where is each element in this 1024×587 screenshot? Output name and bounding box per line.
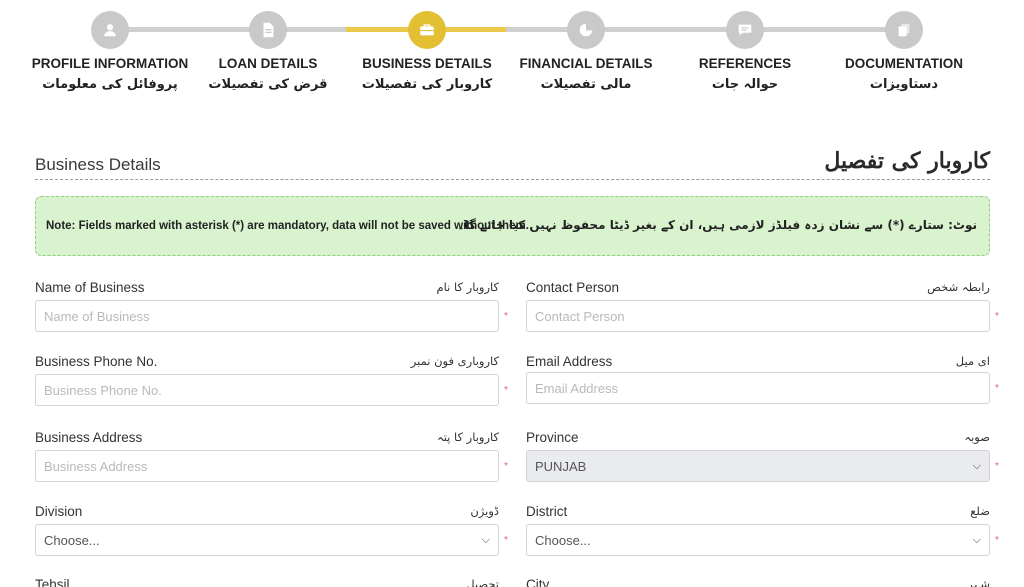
business-phone-input[interactable] xyxy=(35,374,499,406)
step-label-urdu: حوالہ جات xyxy=(711,77,779,92)
selected-value: Choose... xyxy=(44,532,100,548)
required-asterisk: * xyxy=(504,535,508,546)
field-label: Name of Business xyxy=(35,280,145,295)
tehsil-group: Tehsil تحصیل xyxy=(35,577,499,587)
city-group: City شہر xyxy=(526,577,990,587)
field-label: Division xyxy=(35,504,83,519)
province-select[interactable]: PUNJAB ⌵ xyxy=(526,450,990,482)
section-divider xyxy=(35,179,990,180)
field-label-urdu: ای میل xyxy=(955,354,990,368)
step-label: DOCUMENTATION xyxy=(845,56,963,71)
document-icon xyxy=(249,11,287,49)
required-asterisk: * xyxy=(995,383,999,394)
step-label-urdu: کاروبار کی تفصیلات xyxy=(361,77,493,92)
required-asterisk: * xyxy=(995,535,999,546)
progress-stepper: PROFILE INFORMATION پروفائل کی معلومات L… xyxy=(0,0,1024,110)
step-label-urdu: پروفائل کی معلومات xyxy=(42,77,178,92)
contact-person-input[interactable] xyxy=(526,300,990,332)
field-label: Business Address xyxy=(35,430,143,445)
field-label-urdu: صوبہ xyxy=(964,430,990,444)
field-label-urdu: تحصیل xyxy=(466,577,499,587)
section-title-urdu: کاروبار کی تفصیل xyxy=(824,148,990,174)
district-select[interactable]: Choose... ⌵ xyxy=(526,524,990,556)
field-label-urdu: کاروباری فون نمبر xyxy=(410,354,499,368)
email-address-input[interactable] xyxy=(526,372,990,404)
chevron-down-icon: ⌵ xyxy=(481,533,490,546)
required-asterisk: * xyxy=(995,311,999,322)
chevron-down-icon: ⌵ xyxy=(972,459,981,472)
briefcase-icon xyxy=(408,11,446,49)
field-label-urdu: ڈویژن xyxy=(470,504,499,518)
required-asterisk: * xyxy=(504,461,508,472)
user-icon xyxy=(91,11,129,49)
step-references[interactable]: REFERENCES حوالہ جات xyxy=(660,0,830,92)
field-label: Contact Person xyxy=(526,280,620,295)
selected-value: Choose... xyxy=(535,532,591,548)
step-label: PROFILE INFORMATION xyxy=(31,56,189,71)
step-label-urdu: دستاویزات xyxy=(869,77,939,92)
business-address-input[interactable] xyxy=(35,450,499,482)
name-of-business-input[interactable] xyxy=(35,300,499,332)
files-icon xyxy=(885,11,923,49)
chart-pie-icon xyxy=(567,11,605,49)
field-label: District xyxy=(526,504,568,519)
step-label: REFERENCES xyxy=(698,56,792,71)
mandatory-fields-note: Note: Fields marked with asterisk (*) ar… xyxy=(35,196,990,256)
required-asterisk: * xyxy=(504,385,508,396)
note-text-urdu: نوٹ: ستارے (*) سے نشان زدہ فیلڈز لازمی ہ… xyxy=(457,218,977,232)
step-profile-information[interactable]: PROFILE INFORMATION پروفائل کی معلومات xyxy=(25,0,195,92)
field-label: Email Address xyxy=(526,354,613,369)
field-label-urdu: شہر xyxy=(967,577,990,587)
chat-icon xyxy=(726,11,764,49)
step-documentation[interactable]: DOCUMENTATION دستاویزات xyxy=(819,0,989,92)
field-label-urdu: رابطہ شخص xyxy=(927,280,990,294)
field-label-urdu: کاروبار کا نام xyxy=(436,280,499,294)
step-label-urdu: قرض کی تفصیلات xyxy=(208,77,328,92)
chevron-down-icon: ⌵ xyxy=(972,533,981,546)
field-label-urdu: ضلع xyxy=(970,504,990,518)
step-label: LOAN DETAILS xyxy=(218,56,318,71)
section-title: Business Details xyxy=(35,155,161,174)
field-label-urdu: کاروبار کا پتہ xyxy=(436,430,499,444)
step-label: FINANCIAL DETAILS xyxy=(519,56,653,71)
field-label: Business Phone No. xyxy=(35,354,158,369)
field-label: City xyxy=(526,577,550,587)
step-business-details[interactable]: BUSINESS DETAILS کاروبار کی تفصیلات xyxy=(342,0,512,92)
field-label: Province xyxy=(526,430,579,445)
step-label-urdu: مالی تفصیلات xyxy=(540,77,632,92)
division-select[interactable]: Choose... ⌵ xyxy=(35,524,499,556)
step-label: BUSINESS DETAILS xyxy=(362,56,492,71)
step-loan-details[interactable]: LOAN DETAILS قرض کی تفصیلات xyxy=(183,0,353,92)
required-asterisk: * xyxy=(995,461,999,472)
required-asterisk: * xyxy=(504,311,508,322)
field-label: Tehsil xyxy=(35,577,70,587)
step-financial-details[interactable]: FINANCIAL DETAILS مالی تفصیلات xyxy=(501,0,671,92)
selected-value: PUNJAB xyxy=(535,458,587,474)
